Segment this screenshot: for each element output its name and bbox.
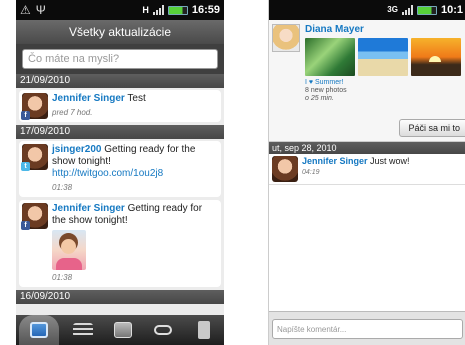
- tab-links[interactable]: [143, 315, 183, 345]
- post-time: o 25 min.: [305, 95, 334, 102]
- date-header: 21/09/2010: [16, 74, 224, 88]
- avatar[interactable]: f: [21, 93, 48, 120]
- messages-icon: [72, 323, 93, 337]
- post-time: 01:38: [52, 273, 73, 282]
- tab-messages[interactable]: [62, 315, 102, 345]
- network-type: H: [142, 5, 149, 15]
- date-header: ut, sep 28, 2010: [269, 142, 465, 154]
- post-link[interactable]: http://twitgoo.com/1ou2j8: [52, 168, 163, 179]
- tab-photos[interactable]: [103, 315, 143, 345]
- photo-count: 8 new photos: [305, 87, 347, 94]
- signal-icon: [401, 5, 413, 15]
- battery-icon: [416, 5, 437, 15]
- photo-thumbnail[interactable]: [358, 38, 408, 76]
- home-icon: [30, 322, 49, 338]
- avatar[interactable]: [272, 156, 298, 182]
- signal-icon: [152, 5, 164, 15]
- post-text: Test: [127, 93, 146, 104]
- photo-thumbnail[interactable]: [411, 38, 461, 76]
- comment-author[interactable]: Jennifer Singer: [302, 156, 368, 166]
- date-header: 17/09/2010: [16, 125, 224, 139]
- post-author[interactable]: Jennifer Singer: [52, 93, 125, 104]
- post-author[interactable]: jsinger200: [52, 144, 101, 155]
- composer: Čo máte na mysli?: [16, 44, 224, 74]
- list-item[interactable]: t jsinger200 Getting ready for the show …: [19, 141, 221, 197]
- photo-thumbnail[interactable]: [305, 38, 355, 76]
- comment-input[interactable]: Napíšte komentár...: [272, 319, 463, 339]
- comment-text: Just wow!: [370, 156, 410, 166]
- alert-icon: ⚠: [20, 3, 31, 17]
- post-photo[interactable]: [52, 230, 86, 270]
- links-icon: [154, 325, 173, 335]
- date-header: 16/09/2010: [16, 290, 224, 304]
- post-time: 01:38: [52, 183, 73, 192]
- post-detail-screen: 3G 10:1 Diana Mayer I ♥ Summer! 8 new ph…: [268, 0, 465, 345]
- comment-composer: Napíšte komentár...: [269, 311, 465, 345]
- profile-icon: [197, 321, 210, 339]
- facebook-icon: f: [21, 111, 30, 120]
- screenshot-stage: ⚠ Ψ H 16:59 Všetky aktualizácie Čo máte …: [0, 0, 465, 345]
- avatar[interactable]: f: [21, 203, 48, 230]
- battery-icon: [167, 5, 188, 15]
- comment-time: 04:19: [302, 169, 320, 176]
- bottom-tab-bar: [16, 315, 224, 345]
- status-input[interactable]: Čo máte na mysli?: [22, 49, 218, 69]
- post-time: pred 7 hod.: [52, 108, 93, 117]
- avatar[interactable]: [272, 24, 300, 52]
- tab-all-updates[interactable]: [19, 315, 60, 345]
- facebook-icon: f: [21, 221, 30, 230]
- clock: 10:1: [440, 4, 463, 16]
- comment-item[interactable]: Jennifer Singer Just wow! 04:19: [269, 154, 465, 185]
- album-caption[interactable]: I ♥ Summer!: [305, 79, 461, 87]
- photo-strip: [305, 38, 461, 76]
- photo-post: Diana Mayer I ♥ Summer! 8 new photos o 2…: [269, 20, 465, 142]
- status-bar: ⚠ Ψ H 16:59: [16, 0, 224, 20]
- tab-profile[interactable]: [184, 315, 224, 345]
- list-item[interactable]: f Jennifer Singer Getting ready for the …: [19, 200, 221, 287]
- usb-icon: Ψ: [35, 3, 46, 17]
- post-author[interactable]: Jennifer Singer: [52, 203, 125, 214]
- network-type: 3G: [387, 5, 398, 14]
- post-author[interactable]: Diana Mayer: [305, 24, 461, 35]
- like-button[interactable]: Páči sa mi to: [399, 119, 465, 137]
- clock: 16:59: [191, 4, 220, 16]
- avatar[interactable]: t: [21, 144, 48, 171]
- photos-icon: [114, 322, 133, 338]
- twitter-icon: t: [21, 162, 30, 171]
- list-item[interactable]: f Jennifer Singer Test pred 7 hod.: [19, 90, 221, 122]
- page-title: Všetky aktualizácie: [16, 20, 224, 44]
- status-bar: 3G 10:1: [269, 0, 465, 20]
- updates-screen: ⚠ Ψ H 16:59 Všetky aktualizácie Čo máte …: [16, 0, 224, 345]
